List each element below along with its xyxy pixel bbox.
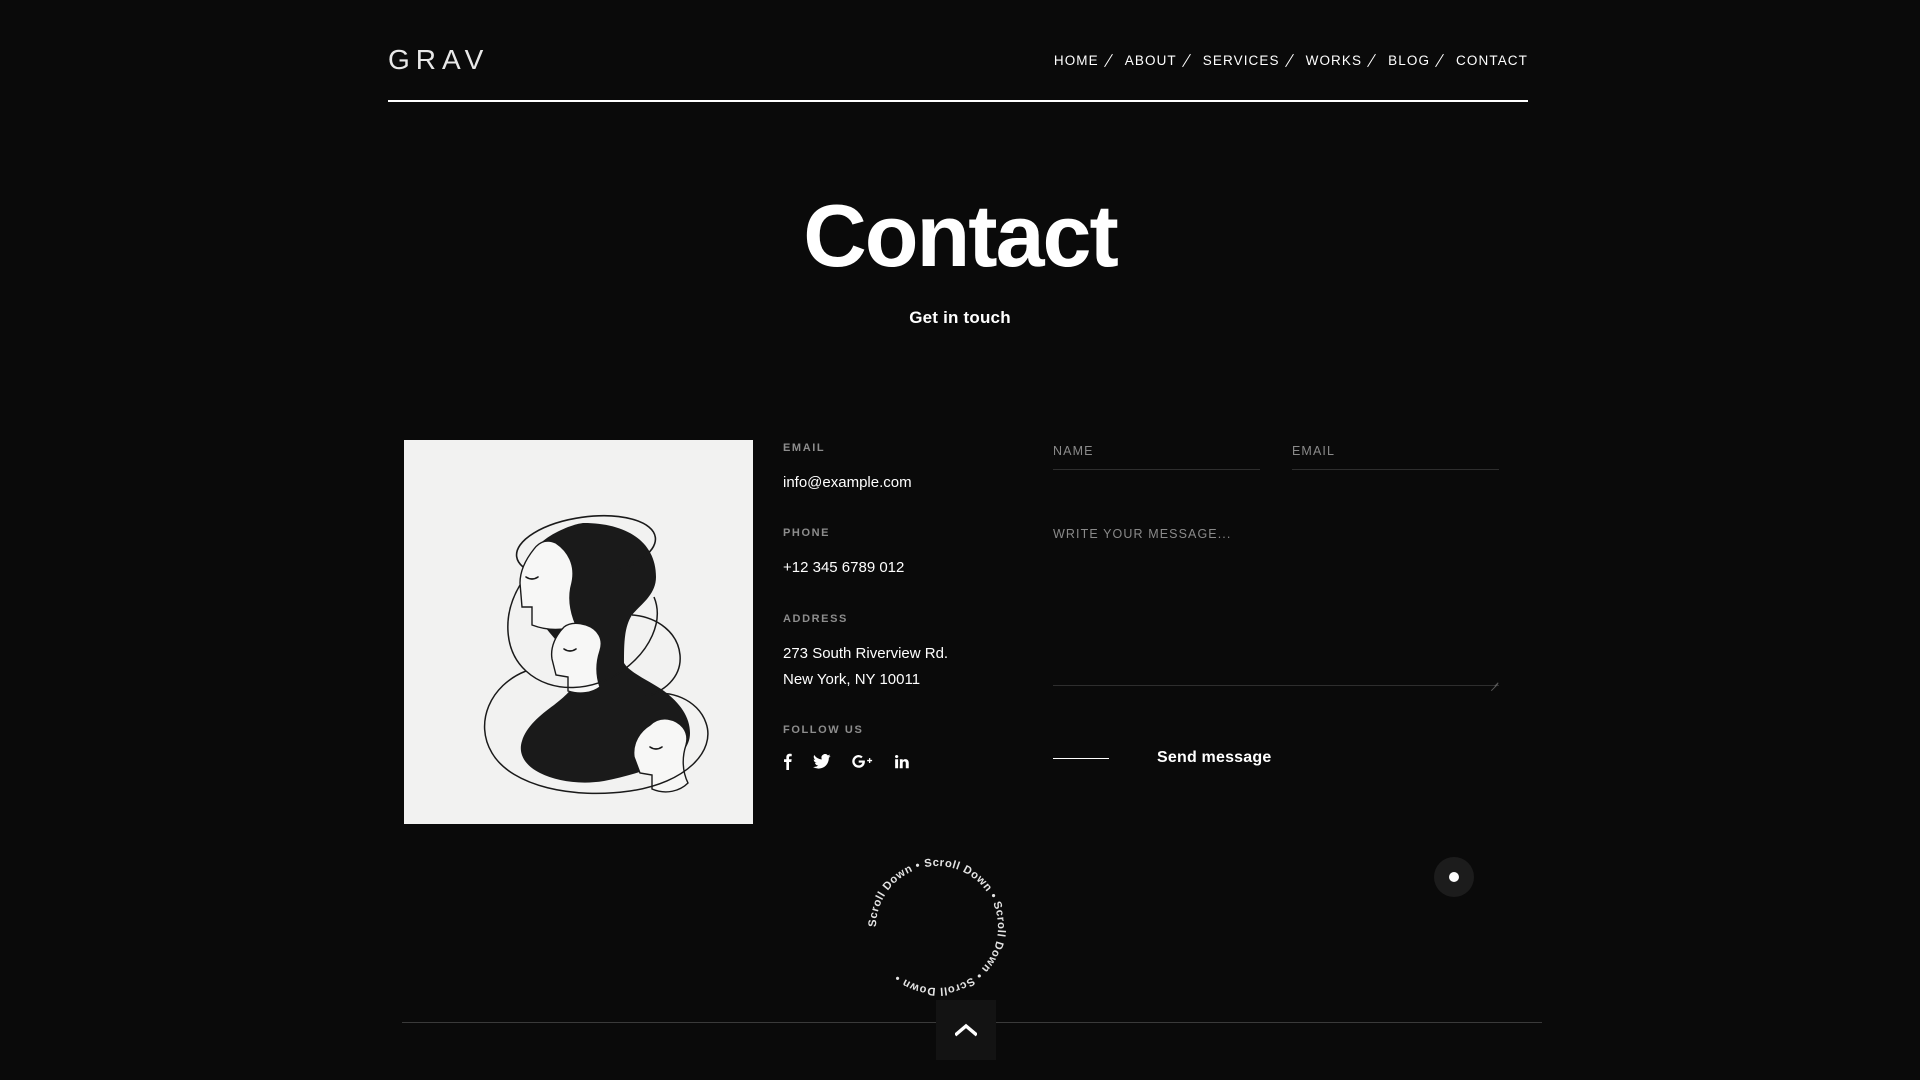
send-message-label: Send message [1157, 749, 1272, 766]
chevron-up-icon [955, 1023, 977, 1037]
address-label: ADDRESS [783, 612, 848, 625]
nav-item-blog[interactable]: BLOG [1388, 53, 1430, 68]
google-plus-icon[interactable] [852, 752, 874, 770]
send-button-line [1053, 757, 1109, 759]
main-navigation: HOME ABOUT SERVICES WORKS BLOG CONTACT [1054, 53, 1528, 68]
scroll-down-badge[interactable]: Scroll Down • Scroll Down • Scroll Down … [862, 852, 1012, 1002]
nav-item-works[interactable]: WORKS [1306, 53, 1363, 68]
follow-us-label: FOLLOW US [783, 724, 864, 737]
page-subtitle: Get in touch [909, 308, 1011, 328]
dot-icon [1449, 872, 1459, 882]
phone-label: PHONE [783, 527, 831, 540]
nav-item-contact[interactable]: CONTACT [1456, 53, 1528, 68]
nav-separator-icon [1362, 53, 1388, 67]
site-header: GRAV HOME ABOUT SERVICES WORKS BLOG CONT… [388, 24, 1528, 96]
facebook-icon[interactable] [783, 752, 792, 770]
scroll-to-top-button[interactable] [936, 1000, 996, 1060]
scroll-down-text: Scroll Down • Scroll Down • Scroll Down … [867, 857, 1007, 997]
form-row-name-email [1053, 442, 1499, 470]
email-input[interactable] [1292, 444, 1499, 470]
nav-item-home[interactable]: HOME [1054, 53, 1099, 68]
header-divider [388, 100, 1528, 102]
nav-item-about[interactable]: ABOUT [1125, 53, 1177, 68]
message-field-wrapper [1053, 526, 1499, 691]
nav-separator-icon [1099, 53, 1125, 67]
phone-value[interactable]: +12 345 6789 012 [783, 556, 1043, 580]
send-message-button[interactable]: Send message [1053, 749, 1271, 767]
site-logo[interactable]: GRAV [388, 46, 489, 74]
info-block-address: ADDRESS 273 South Riverview Rd. New York… [783, 613, 1043, 693]
floating-action-button[interactable] [1434, 857, 1474, 897]
linkedin-icon[interactable] [895, 752, 910, 770]
name-field-wrapper [1053, 442, 1260, 470]
info-block-phone: PHONE +12 345 6789 012 [783, 527, 1043, 580]
decorative-artwork [404, 440, 753, 824]
message-textarea[interactable] [1053, 526, 1499, 686]
email-field-wrapper [1292, 442, 1499, 470]
email-label: EMAIL [783, 442, 826, 454]
nav-separator-icon [1430, 53, 1456, 67]
email-value[interactable]: info@example.com [783, 471, 1043, 495]
address-line-2: New York, NY 10011 [783, 670, 921, 688]
contact-form: Send message [1053, 442, 1499, 767]
nav-item-services[interactable]: SERVICES [1203, 53, 1280, 68]
twitter-icon[interactable] [813, 752, 831, 770]
info-block-email: EMAIL info@example.com [783, 442, 1043, 495]
social-links [783, 752, 1043, 770]
contact-info: EMAIL info@example.com PHONE +12 345 678… [783, 442, 1043, 770]
address-line-1: 273 South Riverview Rd. [783, 644, 949, 662]
contact-content: EMAIL info@example.com PHONE +12 345 678… [388, 430, 1548, 830]
contact-page: GRAV HOME ABOUT SERVICES WORKS BLOG CONT… [0, 0, 1920, 1080]
name-input[interactable] [1053, 444, 1260, 470]
hero-section: Contact Get in touch [0, 186, 1920, 328]
nav-separator-icon [1280, 53, 1306, 67]
page-title: Contact [803, 186, 1119, 285]
nav-separator-icon [1177, 53, 1203, 67]
